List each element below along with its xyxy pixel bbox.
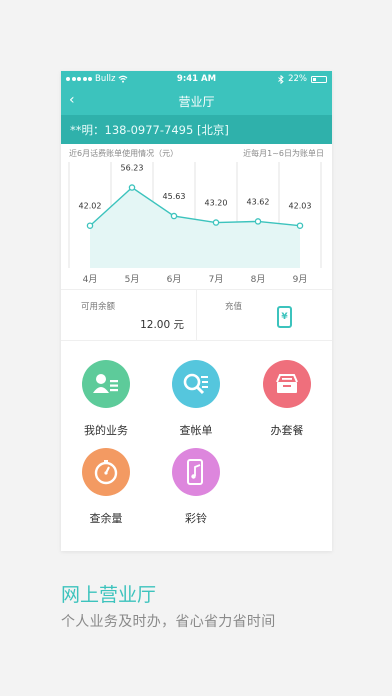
music-phone-icon[interactable] — [172, 448, 220, 496]
chart-x-tick-label: 4月 — [83, 274, 98, 285]
chart-x-tick-label: 7月 — [209, 274, 224, 285]
clock-icon[interactable] — [82, 448, 130, 496]
chart-data-label: 42.03 — [289, 202, 312, 211]
phone-screen: Bullz 9:41 AM 22% ‹ 营业厅 **明：138-0977-749… — [61, 71, 332, 551]
account-info: **明：138-0977-7495 [北京] — [70, 122, 229, 137]
balance-label: 可用余额 — [81, 302, 116, 312]
chart-data-label: 45.63 — [163, 192, 186, 201]
chart-data-label: 43.20 — [205, 199, 228, 208]
chart-point — [212, 219, 220, 226]
search-list-icon[interactable] — [172, 360, 220, 408]
service-label: 彩铃 — [185, 512, 207, 525]
nav-bar: ‹ 营业厅 — [61, 87, 332, 115]
chart-point — [128, 184, 136, 191]
wifi-icon — [119, 75, 128, 83]
chart-point — [296, 222, 304, 229]
chart-x-tick-label: 8月 — [251, 274, 266, 285]
service-label: 查余量 — [89, 512, 123, 525]
chart-data-label: 56.23 — [121, 164, 144, 173]
bluetooth-icon — [278, 74, 284, 84]
recharge-phone-icon[interactable]: ¥ — [277, 306, 292, 328]
yuan-symbol: ¥ — [281, 312, 288, 322]
service-my-business[interactable]: 我的业务 — [61, 360, 151, 438]
chart-x-tick-label: 6月 — [167, 274, 182, 285]
balance-row: 可用余额 12.00 元 充值 ¥ — [61, 289, 332, 341]
account-bar: **明：138-0977-7495 [北京] — [61, 115, 332, 144]
back-chevron-icon[interactable]: ‹ — [69, 93, 75, 107]
recharge-button[interactable]: 充值 ¥ — [196, 290, 332, 340]
services-grid: 我的业务 查帐单 办套餐 查余量 彩铃 — [61, 341, 332, 541]
balance-value: 12.00 元 — [140, 319, 184, 331]
recharge-label: 充值 — [225, 302, 243, 312]
page-title: 营业厅 — [178, 94, 215, 109]
service-label: 我的业务 — [84, 424, 128, 437]
promo-title: 网上营业厅 — [61, 584, 157, 606]
chart-x-tick-label: 5月 — [125, 274, 140, 285]
chart-x-tick-label: 9月 — [293, 274, 308, 285]
status-left: Bullz — [66, 74, 128, 84]
chart-data-label: 42.02 — [79, 202, 102, 211]
user-card-icon[interactable] — [82, 360, 130, 408]
service-remaining[interactable]: 查余量 — [61, 448, 151, 526]
battery-percent: 22% — [288, 74, 307, 84]
chart-point — [254, 218, 262, 225]
chart-plot: 42.02 4月 56.23 5月 45.63 6月 43.20 7月 43.62 8月 42.03… — [68, 162, 322, 285]
bill-chart: 近6月话费账单使用情况（元） 近每月1~6日为账单日 42.02 4月 56.23 5… — [61, 144, 332, 289]
promo-subtitle: 个人业务及时办，省心省力省时间 — [61, 614, 276, 630]
tray-icon[interactable] — [263, 360, 311, 408]
carrier-name: Bullz — [95, 74, 116, 84]
chart-point — [170, 212, 178, 220]
service-label: 查帐单 — [179, 424, 213, 437]
service-bill[interactable]: 查帐单 — [151, 360, 241, 438]
chart-point — [86, 222, 94, 229]
status-bar: Bullz 9:41 AM 22% — [61, 71, 332, 87]
signal-icon — [66, 77, 92, 81]
balance-cell: 可用余额 12.00 元 — [61, 290, 196, 340]
service-package[interactable]: 办套餐 — [242, 360, 332, 438]
battery-icon — [311, 75, 327, 83]
status-right: 22% — [278, 74, 327, 84]
service-ringtone[interactable]: 彩铃 — [151, 448, 241, 526]
service-label: 办套餐 — [270, 424, 304, 437]
chart-data-label: 43.62 — [247, 197, 270, 206]
